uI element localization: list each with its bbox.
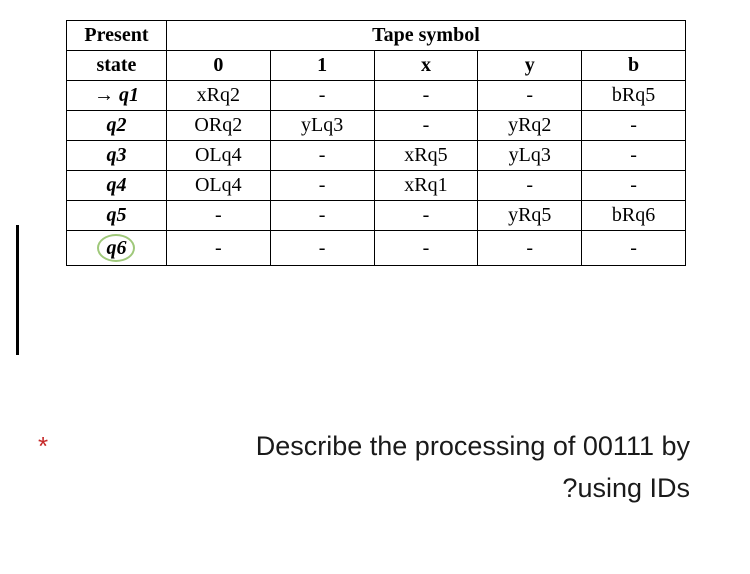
cell-0-1: - [270, 81, 374, 111]
state-q4: q4 [67, 171, 167, 201]
cell-5-3: - [478, 231, 582, 266]
required-asterisk: * [38, 426, 48, 466]
cell-0-3: - [478, 81, 582, 111]
question-line2: ?using IDs [562, 473, 690, 503]
cell-0-0: xRq2 [166, 81, 270, 111]
hdr-col-2: x [374, 51, 478, 81]
cell-4-4: bRq6 [582, 201, 686, 231]
state-q5: q5 [67, 201, 167, 231]
cell-4-1: - [270, 201, 374, 231]
cell-1-2: - [374, 111, 478, 141]
question-block: * Describe the processing of 00111 by ?u… [60, 426, 710, 510]
cell-1-3: yRq2 [478, 111, 582, 141]
cell-0-2: - [374, 81, 478, 111]
cell-2-4: - [582, 141, 686, 171]
cell-3-3: - [478, 171, 582, 201]
cell-5-4: - [582, 231, 686, 266]
table-row: q2ORq2yLq3-yRq2- [67, 111, 686, 141]
hdr-col-1: 1 [270, 51, 374, 81]
hdr-col-0: 0 [166, 51, 270, 81]
hdr-present-1: Present [67, 21, 167, 51]
question-line1: Describe the processing of 00111 by [256, 431, 690, 461]
table-row: q5---yRq5bRq6 [67, 201, 686, 231]
hdr-tape-symbol: Tape symbol [166, 21, 685, 51]
state-q3: q3 [67, 141, 167, 171]
cell-5-1: - [270, 231, 374, 266]
cell-2-1: - [270, 141, 374, 171]
cell-2-0: OLq4 [166, 141, 270, 171]
cell-5-2: - [374, 231, 478, 266]
table-row: → q1xRq2---bRq5 [67, 81, 686, 111]
cell-3-4: - [582, 171, 686, 201]
left-vertical-edge [16, 225, 19, 355]
cell-4-3: yRq5 [478, 201, 582, 231]
state-q6: q6 [67, 231, 167, 266]
cell-4-2: - [374, 201, 478, 231]
state-q2: q2 [67, 111, 167, 141]
cell-3-1: - [270, 171, 374, 201]
hdr-state: state [67, 51, 167, 81]
table-row: q3OLq4-xRq5yLq3- [67, 141, 686, 171]
cell-1-1: yLq3 [270, 111, 374, 141]
cell-5-0: - [166, 231, 270, 266]
cell-4-0: - [166, 201, 270, 231]
state-q1: → q1 [67, 81, 167, 111]
cell-3-0: OLq4 [166, 171, 270, 201]
table-row: q6----- [67, 231, 686, 266]
hdr-col-3: y [478, 51, 582, 81]
cell-3-2: xRq1 [374, 171, 478, 201]
table-row: q4OLq4-xRq1-- [67, 171, 686, 201]
turing-table: PresentTape symbolstate01xyb→ q1xRq2---b… [66, 20, 686, 266]
cell-1-4: - [582, 111, 686, 141]
cell-1-0: ORq2 [166, 111, 270, 141]
hdr-col-4: b [582, 51, 686, 81]
cell-2-3: yLq3 [478, 141, 582, 171]
cell-2-2: xRq5 [374, 141, 478, 171]
cell-0-4: bRq5 [582, 81, 686, 111]
